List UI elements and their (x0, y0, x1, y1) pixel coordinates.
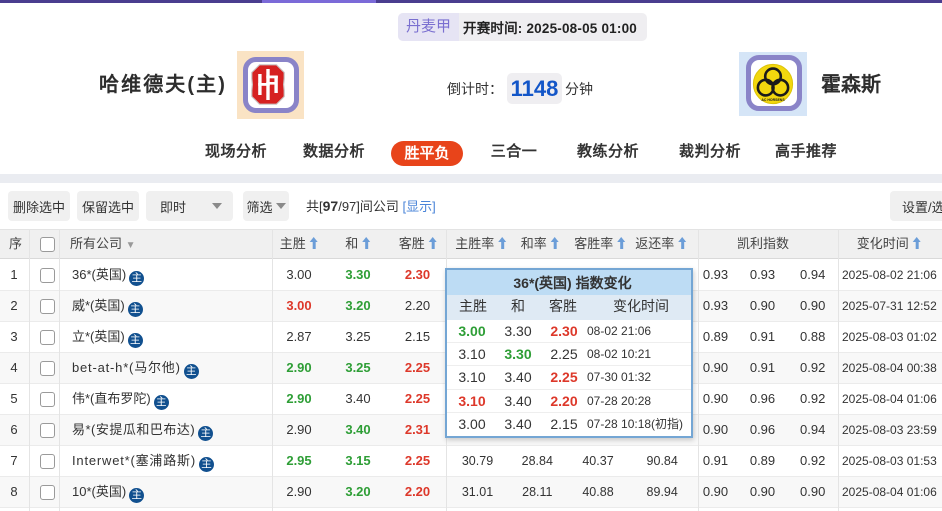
svg-text:AC HORSENS: AC HORSENS (761, 98, 785, 102)
